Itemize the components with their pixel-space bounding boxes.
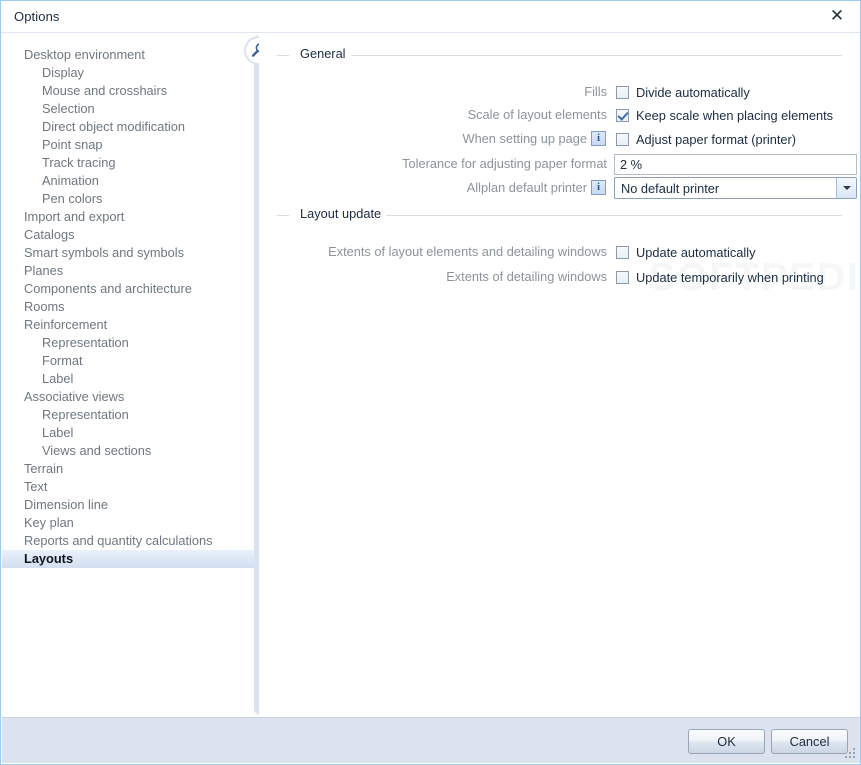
adjust-paper-format-label: Adjust paper format (printer): [636, 131, 797, 147]
sidebar-item-representation[interactable]: Representation: [2, 406, 257, 424]
dialog-footer: OK Cancel: [2, 717, 860, 763]
tolerance-input[interactable]: [614, 154, 857, 175]
chevron-down-icon: [842, 186, 851, 190]
update-automatically-checkbox[interactable]: Update automatically: [616, 241, 756, 263]
row-extents-layout: Extents of layout elements and detailing…: [277, 241, 607, 263]
sidebar-item-label[interactable]: Label: [2, 370, 257, 388]
sidebar-item-selection[interactable]: Selection: [2, 100, 257, 118]
default-printer-dropdown[interactable]: No default printer: [614, 177, 857, 199]
sidebar-item-track-tracing[interactable]: Track tracing: [2, 154, 257, 172]
close-icon: ✕: [829, 6, 845, 26]
sidebar-item-terrain[interactable]: Terrain: [2, 460, 257, 478]
divide-automatically-label: Divide automatically: [636, 84, 750, 100]
row-scale: Scale of layout elements: [277, 104, 607, 126]
layout-update-rule-left: [277, 215, 289, 216]
default-printer-value: No default printer: [621, 180, 720, 196]
row-printer: Allplan default printer: [277, 177, 587, 199]
update-temporarily-checkbox[interactable]: Update temporarily when printing: [616, 266, 824, 288]
sidebar-item-components-and-architecture[interactable]: Components and architecture: [2, 280, 257, 298]
sidebar-item-text[interactable]: Text: [2, 478, 257, 496]
sidebar-item-label[interactable]: Label: [2, 424, 257, 442]
sidebar-item-pen-colors[interactable]: Pen colors: [2, 190, 257, 208]
divide-automatically-checkbox[interactable]: Divide automatically: [616, 81, 750, 103]
sidebar-item-display[interactable]: Display: [2, 64, 257, 82]
scale-label: Scale of layout elements: [467, 107, 607, 122]
row-tolerance: Tolerance for adjusting paper format: [277, 153, 607, 175]
tolerance-label: Tolerance for adjusting paper format: [402, 156, 607, 171]
sidebar-item-mouse-and-crosshairs[interactable]: Mouse and crosshairs: [2, 82, 257, 100]
options-dialog: Options ✕ Desktop environment Display Mous…: [0, 0, 861, 765]
sidebar-item-layouts[interactable]: Layouts: [2, 550, 257, 568]
update-automatically-label: Update automatically: [636, 244, 756, 260]
sidebar-item-rooms[interactable]: Rooms: [2, 298, 257, 316]
layout-update-group-title: Layout update: [295, 206, 387, 221]
printer-info-icon[interactable]: [591, 180, 606, 195]
sidebar-item-point-snap[interactable]: Point snap: [2, 136, 257, 154]
row-fills: Fills: [277, 81, 607, 103]
sidebar-item-direct-object-modification[interactable]: Direct object modification: [2, 118, 257, 136]
sidebar-item-catalogs[interactable]: Catalogs: [2, 226, 257, 244]
sidebar-item-format[interactable]: Format: [2, 352, 257, 370]
row-extents-detailing: Extents of detailing windows: [277, 266, 607, 288]
general-group-rule: [349, 55, 842, 56]
sidebar-item-representation[interactable]: Representation: [2, 334, 257, 352]
settings-tree: Desktop environment Display Mouse and cros…: [2, 46, 257, 568]
checkbox-box: [616, 85, 629, 99]
layout-update-group: Layout update Extents of layout elements…: [277, 206, 842, 295]
sidebar-item-planes[interactable]: Planes: [2, 262, 257, 280]
layout-update-rule: [380, 215, 842, 216]
adjust-paper-format-checkbox[interactable]: Adjust paper format (printer): [616, 128, 796, 150]
update-temporarily-label: Update temporarily when printing: [636, 269, 824, 285]
sidebar-item-animation[interactable]: Animation: [2, 172, 257, 190]
sidebar-item-key-plan[interactable]: Key plan: [2, 514, 257, 532]
title-bar: Options ✕: [1, 1, 860, 33]
setup-page-info-icon[interactable]: [591, 131, 606, 146]
checkbox-box: [616, 108, 629, 122]
checkbox-box: [616, 132, 629, 146]
settings-content-panel: SOFTPEDIA General Fills Divide automatic…: [259, 34, 860, 716]
row-setup-page: When setting up page: [277, 128, 587, 150]
extents-layout-label: Extents of layout elements and detailing…: [328, 244, 607, 259]
general-group-rule-left: [277, 55, 289, 56]
extents-detailing-label: Extents of detailing windows: [446, 269, 607, 284]
setup-page-label: When setting up page: [462, 131, 587, 146]
checkbox-box: [616, 245, 629, 259]
window-title: Options: [14, 9, 60, 24]
sidebar-item-associative-views[interactable]: Associative views: [2, 388, 257, 406]
sidebar-item-desktop-environment[interactable]: Desktop environment: [2, 46, 257, 64]
checkbox-box: [616, 270, 629, 284]
printer-label: Allplan default printer: [466, 180, 587, 195]
settings-tree-sidebar: Desktop environment Display Mouse and cros…: [2, 34, 258, 716]
fills-label: Fills: [584, 84, 607, 99]
general-group: General Fills Divide automatically Scale…: [277, 46, 857, 225]
dropdown-button[interactable]: [836, 178, 856, 198]
sidebar-item-views-and-sections[interactable]: Views and sections: [2, 442, 257, 460]
general-group-title: General: [295, 46, 351, 61]
sidebar-item-smart-symbols-and-symbols[interactable]: Smart symbols and symbols: [2, 244, 257, 262]
cancel-button[interactable]: Cancel: [771, 729, 848, 754]
close-button[interactable]: ✕: [814, 1, 860, 32]
sidebar-item-reports-and-quantity-calculations[interactable]: Reports and quantity calculations: [2, 532, 257, 550]
ok-button[interactable]: OK: [688, 729, 765, 754]
keep-scale-label: Keep scale when placing elements: [636, 107, 834, 123]
sidebar-item-reinforcement[interactable]: Reinforcement: [2, 316, 257, 334]
sidebar-item-import-and-export[interactable]: Import and export: [2, 208, 257, 226]
sidebar-item-dimension-line[interactable]: Dimension line: [2, 496, 257, 514]
keep-scale-checkbox[interactable]: Keep scale when placing elements: [616, 104, 833, 126]
